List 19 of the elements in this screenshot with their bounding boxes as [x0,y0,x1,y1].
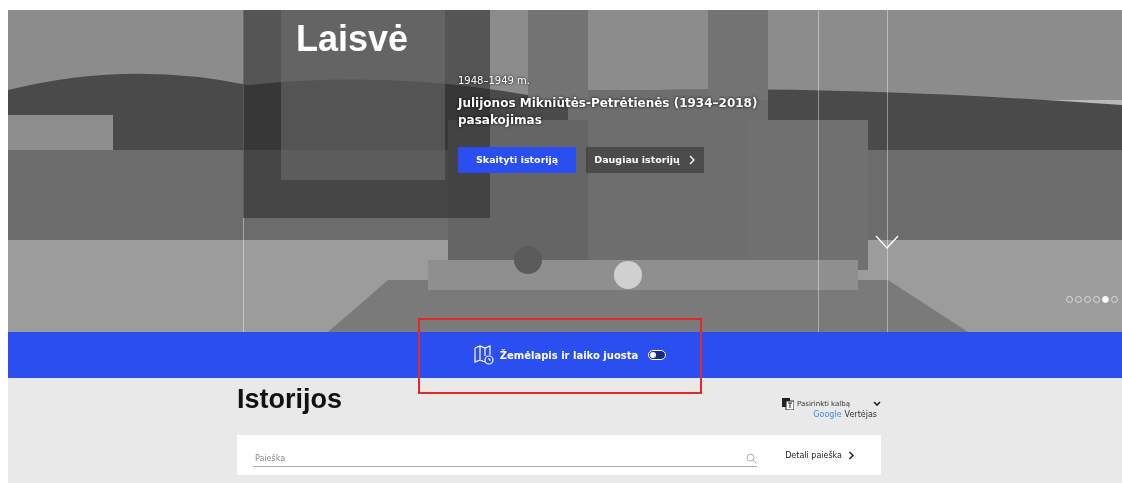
toggle-switch[interactable] [648,350,667,360]
more-stories-button[interactable]: Daugiau istorijų [586,146,704,173]
search-field[interactable]: Paieška [253,453,747,464]
translate-icon [782,398,795,410]
detailed-search-link[interactable]: Detali paieška [785,450,855,460]
map-clock-icon [473,345,494,365]
hero-title: Laisvė [296,18,409,60]
translator-label: Vertėjas [844,410,877,419]
read-story-button[interactable]: Skaityti istoriją [458,146,577,173]
search-icon [746,453,758,464]
map-timeline-label: Žemėlapis ir laiko juosta [499,349,639,361]
story-title: Julijonos Mikniūtės-Petrėtienės (1934–2018) pasakojimas [458,95,759,129]
chevron-down-icon[interactable] [873,401,881,407]
section-heading: Istorijos [237,384,343,416]
period-text: 1948–1949 m. [458,74,531,87]
arrow-down-icon[interactable] [875,234,899,250]
chevron-right-icon [687,154,696,165]
chevron-right-icon [848,450,855,460]
google-logo-text: Google [813,410,842,419]
